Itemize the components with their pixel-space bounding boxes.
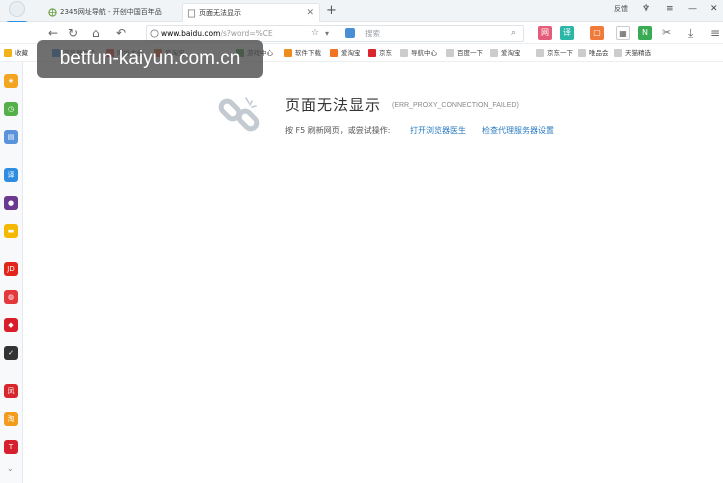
store-icon[interactable]: 网 [538, 26, 552, 40]
url-host: www.baidu.com [161, 29, 221, 38]
sidebar-app-icon[interactable]: ◆ [4, 318, 18, 332]
sidebar-app-icon[interactable]: T [4, 440, 18, 454]
screenshot-icon[interactable]: ▢ [590, 26, 604, 40]
error-code: (ERR_PROXY_CONNECTION_FAILED) [392, 102, 519, 109]
bookmark-label: 京东一下 [547, 49, 573, 57]
tab-title: 2345网址导航 - 开创中国百年品 [60, 8, 162, 16]
sidebar-app-icon[interactable]: 凤 [4, 384, 18, 398]
sidebar-app-icon[interactable]: ✓ [4, 346, 18, 360]
tab-title: 页面无法显示 [199, 9, 241, 17]
back-icon[interactable]: ← [48, 25, 58, 41]
sidebar-app-icon[interactable]: 译 [4, 168, 18, 182]
download-icon[interactable]: ⤓ [688, 25, 693, 41]
sidebar-app-icon[interactable]: ◍ [4, 290, 18, 304]
bookmark-item[interactable]: 收藏 [4, 46, 28, 60]
new-feature-icon[interactable]: N [638, 26, 652, 40]
feedback-button[interactable]: 反馈 [614, 2, 628, 16]
sidebar-app-icon[interactable]: ● [4, 196, 18, 210]
search-icon[interactable]: ⌕ [511, 26, 516, 41]
new-tab-button[interactable]: + [326, 3, 337, 19]
bookmark-icon [578, 49, 586, 57]
chevron-down-icon[interactable]: ▾ [325, 26, 329, 41]
left-sidebar: ★ ◷ ▤ 译 ● ▬ JD ◍ ◆ ✓ 凤淘 T ⌄ [0, 62, 23, 483]
bookmark-label: 天猫精选 [625, 49, 651, 57]
globe-icon [150, 29, 159, 38]
bookmark-icon [614, 49, 622, 57]
bookmark-icon [400, 49, 408, 57]
open-browser-doctor-link[interactable]: 打开浏览器医生 [410, 125, 466, 136]
apps-grid-icon[interactable]: ▦ [616, 26, 630, 40]
error-title: 页面无法显示 [285, 96, 382, 114]
menu-icon[interactable]: ≡ [666, 2, 674, 16]
check-proxy-settings-link[interactable]: 检查代理服务器设置 [482, 125, 554, 136]
avatar-icon [9, 1, 25, 17]
sidebar-app-icon[interactable]: ▬ [4, 224, 18, 238]
bookmark-item[interactable]: 导航中心 [400, 46, 437, 60]
translate-icon[interactable]: 译 [560, 26, 574, 40]
bookmark-item[interactable]: 天猫精选 [614, 46, 651, 60]
bookmark-item[interactable]: 京东 [368, 46, 392, 60]
bookmark-label: 京东 [379, 49, 392, 57]
close-window-icon[interactable]: ✕ [710, 2, 718, 16]
bookmark-item[interactable]: 百度一下 [446, 46, 483, 60]
search-engine-icon[interactable] [345, 28, 355, 38]
bookmark-item[interactable]: 唯品会 [578, 46, 609, 60]
tab-bar: 登录 2345网址导航 - 开创中国百年品 页面无法显示 ✕ + 反馈 ♆ ≡ … [0, 0, 723, 35]
bookmark-icon [368, 49, 376, 57]
url-path: /s?word=%CE [220, 29, 273, 38]
bookmark-item[interactable]: 爱淘宝 [330, 46, 361, 60]
cut-icon[interactable]: ✂ [662, 25, 671, 41]
hamburger-menu-icon[interactable]: ≡ [710, 25, 720, 41]
home-icon[interactable]: ⌂ [92, 25, 100, 41]
bookmark-label: 收藏 [15, 49, 28, 57]
sidebar-app-icon[interactable]: ▤ [4, 130, 18, 144]
broken-link-icon [218, 97, 260, 132]
undo-icon[interactable]: ↶ [116, 25, 126, 41]
sidebar-app-icon[interactable]: ◷ [4, 102, 18, 116]
tab-error-page[interactable]: 页面无法显示 ✕ [182, 3, 320, 22]
sidebar-app-icon[interactable]: JD [4, 262, 18, 276]
document-icon [187, 9, 196, 18]
chevron-down-icon[interactable]: ⌄ [7, 464, 14, 473]
bookmark-label: 爱淘宝 [341, 49, 361, 57]
bookmark-icon [536, 49, 544, 57]
sidebar-app-icon[interactable]: ★ [4, 74, 18, 88]
error-hint: 按 F5 刷新网页，或尝试操作: [285, 126, 391, 135]
bookmark-label: 百度一下 [457, 49, 483, 57]
refresh-icon[interactable]: ↻ [68, 25, 78, 41]
tab-2345-navigation[interactable]: 2345网址导航 - 开创中国百年品 [44, 3, 176, 22]
bookmark-label: 唯品会 [589, 49, 609, 57]
skin-icon[interactable]: ♆ [642, 2, 650, 16]
star-icon[interactable]: ☆ [311, 26, 319, 41]
close-tab-icon[interactable]: ✕ [306, 4, 314, 22]
bookmark-label: 软件下载 [295, 49, 321, 57]
search-input[interactable]: 搜索 [365, 26, 380, 41]
url-text[interactable]: www.baidu.com/s?word=%CE [161, 26, 331, 41]
bookmark-item[interactable]: 京东一下 [536, 46, 573, 60]
bookmark-icon [446, 49, 454, 57]
bookmark-icon [330, 49, 338, 57]
minimize-icon[interactable]: — [688, 2, 697, 16]
bookmark-label: 导航中心 [411, 49, 437, 57]
bookmark-icon [4, 49, 12, 57]
bookmark-icon [284, 49, 292, 57]
sidebar-app-icon[interactable]: 淘 [4, 412, 18, 426]
globe-icon [48, 8, 57, 17]
watermark-banner: betfun-kaiyun.com.cn [37, 40, 263, 78]
bookmark-item[interactable]: 爱淘宝 [490, 46, 521, 60]
bookmark-label: 爱淘宝 [501, 49, 521, 57]
bookmark-item[interactable]: 软件下载 [284, 46, 321, 60]
bookmark-icon [490, 49, 498, 57]
